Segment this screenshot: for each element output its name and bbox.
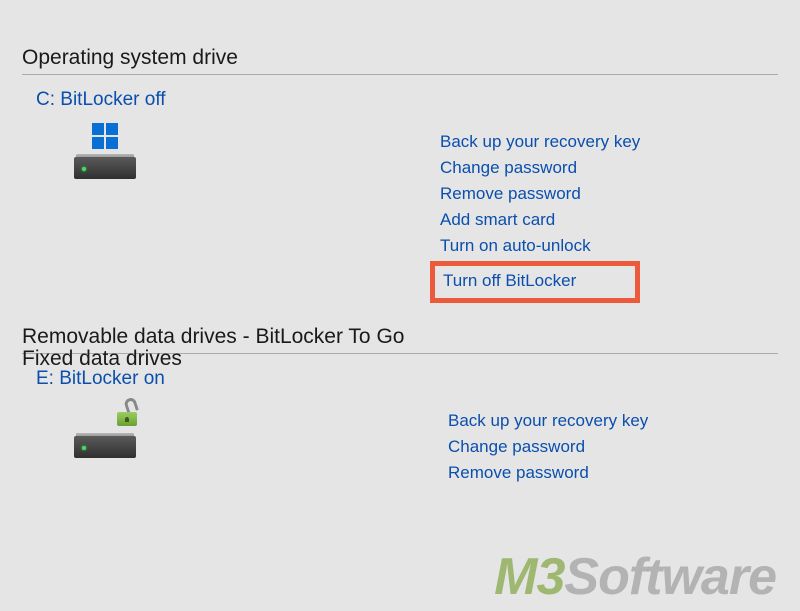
- watermark-suffix: Software: [564, 548, 776, 606]
- remove-password-link-e[interactable]: Remove password: [448, 460, 648, 486]
- section-fixed-drives-title: Fixed data drives: [22, 341, 778, 375]
- backup-recovery-key-link-e[interactable]: Back up your recovery key: [448, 408, 648, 434]
- drive-c-body: Back up your recovery key Change passwor…: [22, 129, 778, 303]
- turn-on-auto-unlock-link[interactable]: Turn on auto-unlock: [440, 233, 640, 259]
- watermark: M3Software: [494, 547, 776, 607]
- watermark-prefix: M3: [494, 548, 564, 606]
- unlock-icon: [116, 400, 138, 426]
- drive-e-icon-col: [74, 408, 166, 486]
- drive-c-icon-col: [74, 129, 166, 303]
- change-password-link-e[interactable]: Change password: [448, 434, 648, 460]
- section-os-drive-title: Operating system drive: [22, 46, 778, 75]
- add-smart-card-link[interactable]: Add smart card: [440, 207, 640, 233]
- drive-c-actions: Back up your recovery key Change passwor…: [440, 129, 640, 303]
- backup-recovery-key-link[interactable]: Back up your recovery key: [440, 129, 640, 155]
- turn-off-bitlocker-link[interactable]: Turn off BitLocker: [443, 271, 576, 290]
- remove-password-link[interactable]: Remove password: [440, 181, 640, 207]
- drive-c-icon: [74, 129, 136, 179]
- turn-off-bitlocker-highlight: Turn off BitLocker: [430, 261, 640, 303]
- drive-e-icon: [74, 408, 136, 458]
- drive-e-body: Back up your recovery key Change passwor…: [22, 408, 778, 486]
- change-password-link[interactable]: Change password: [440, 155, 640, 181]
- drive-e-actions: Back up your recovery key Change passwor…: [448, 408, 648, 486]
- drive-c-title[interactable]: C: BitLocker off: [36, 89, 778, 111]
- windows-logo-icon: [92, 123, 118, 149]
